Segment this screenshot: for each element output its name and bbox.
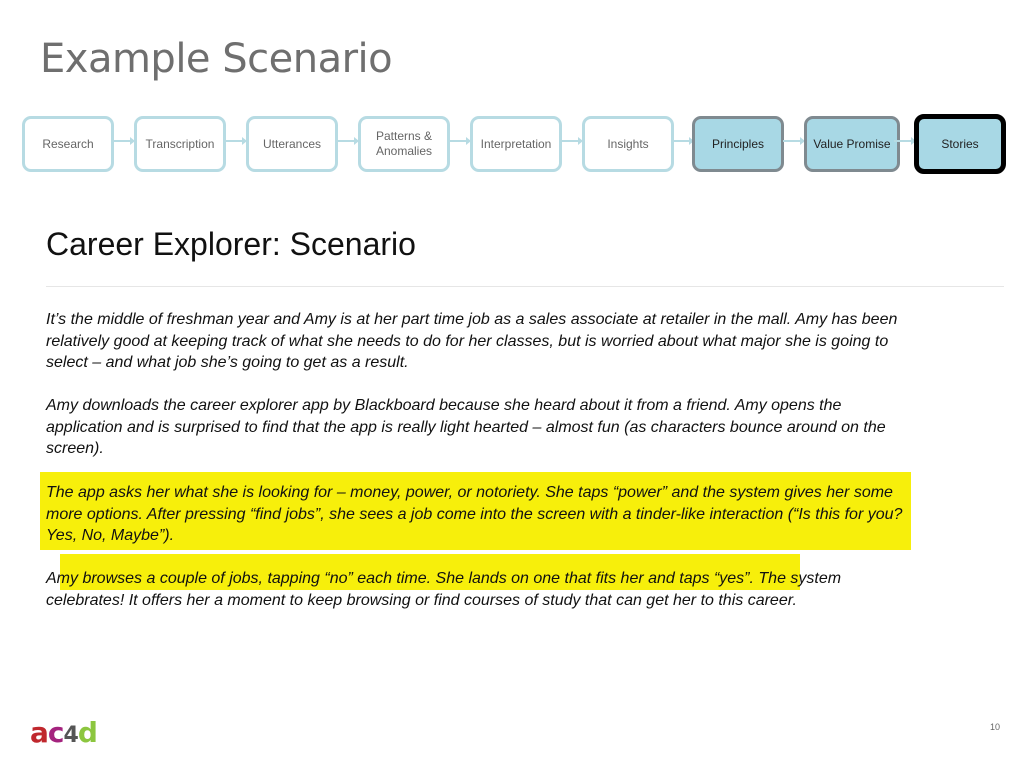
step-value-promise: Value Promise xyxy=(804,116,900,172)
slide-title: Example Scenario xyxy=(40,36,393,82)
paragraph: It’s the middle of freshman year and Amy… xyxy=(46,311,898,371)
arrow-icon xyxy=(672,137,694,145)
paragraph: Amy downloads the career explorer app by… xyxy=(46,397,886,457)
ac4d-logo: ac4d xyxy=(30,716,98,749)
step-patterns-anomalies: Patterns & Anomalies xyxy=(358,116,450,172)
step-principles: Principles xyxy=(692,116,784,172)
step-utterances: Utterances xyxy=(246,116,338,172)
scenario-heading: Career Explorer: Scenario xyxy=(46,226,416,262)
arrow-icon xyxy=(783,137,805,145)
divider xyxy=(46,286,1004,287)
arrow-icon xyxy=(449,137,471,145)
step-research: Research xyxy=(22,116,114,172)
step-interpretation: Interpretation xyxy=(470,116,562,172)
step-insights: Insights xyxy=(582,116,674,172)
page-number: 10 xyxy=(989,722,1000,732)
arrow-icon xyxy=(561,137,583,145)
arrow-icon xyxy=(225,137,247,145)
arrow-icon xyxy=(337,137,359,145)
paragraph-highlighted: The app asks her what she is looking for… xyxy=(46,484,903,544)
step-stories: Stories xyxy=(914,114,1006,174)
paragraph: Amy browses a couple of jobs, tapping “n… xyxy=(46,570,842,609)
arrow-icon xyxy=(894,137,916,145)
arrow-icon xyxy=(113,137,135,145)
step-transcription: Transcription xyxy=(134,116,226,172)
